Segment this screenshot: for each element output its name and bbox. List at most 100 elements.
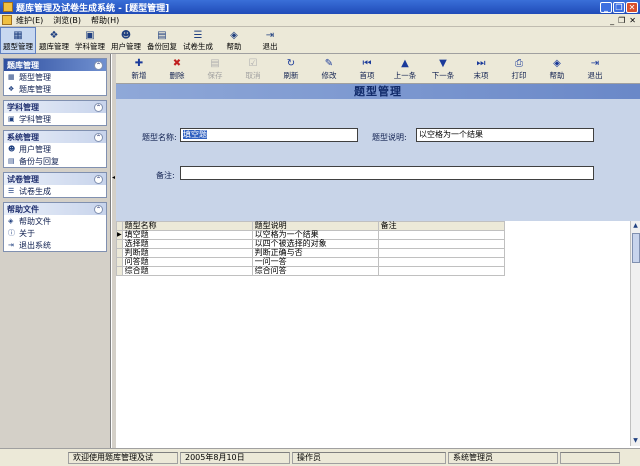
sidebar-item-help-file[interactable]: ◈ 帮助文件 [4, 215, 106, 227]
table-cell[interactable] [377, 266, 505, 276]
status-bar: 欢迎使用题库管理及试 2005年8月10日 操作员 系统管理员 [0, 448, 640, 466]
section-header[interactable]: 题库管理 ⌃ [4, 59, 106, 71]
refresh-button[interactable]: ↻ 刷新 [272, 54, 310, 84]
chevron-up-icon[interactable]: ⌃ [94, 132, 103, 142]
table-cell[interactable] [377, 230, 505, 240]
last-button[interactable]: ⏭ 末项 [462, 54, 500, 84]
next-button[interactable]: ▼ 下一条 [424, 54, 462, 84]
collapse-arrow-icon[interactable]: ◂ [112, 174, 115, 181]
mdi-close-icon[interactable]: ✕ [629, 16, 636, 25]
sidebar-item-question-bank[interactable]: ❖ 题库管理 [4, 83, 106, 95]
desc-field[interactable]: 以空格为一个结果 [416, 128, 594, 142]
mdi-child-icon [2, 15, 12, 25]
exit-button[interactable]: ⇥ 退出 [576, 54, 614, 84]
window-title-bar: 题库管理及试卷生成系统 - [题型管理] _ ❐ ✕ [0, 0, 640, 14]
vertical-scrollbar[interactable]: ▲ ▼ [630, 221, 640, 446]
grid-icon: ▦ [13, 29, 23, 41]
toolbar-exit-button[interactable]: ⇥ 退出 [252, 27, 288, 54]
scroll-up-icon[interactable]: ▲ [631, 221, 640, 231]
sidebar-item-exam[interactable]: ☰ 试卷生成 [4, 185, 106, 197]
sidebar-item-exit[interactable]: ⇥ 退出系统 [4, 239, 106, 251]
table-cell[interactable] [377, 239, 505, 249]
info-icon: ⓘ [8, 229, 15, 237]
table-cell[interactable] [377, 257, 505, 267]
sidebar-item-question-type[interactable]: ▦ 题型管理 [4, 71, 106, 83]
table-cell[interactable] [377, 248, 505, 258]
refresh-icon: ↻ [286, 57, 296, 69]
table-cell[interactable]: 综合题 [121, 266, 253, 276]
status-date: 2005年8月10日 [180, 451, 290, 464]
chevron-up-icon[interactable]: ⌃ [94, 60, 103, 70]
chevron-up-icon[interactable]: ⌃ [94, 174, 103, 184]
exit-icon: ⇥ [265, 29, 275, 41]
toolbar-subject-button[interactable]: ▣ 学科管理 [72, 27, 108, 54]
name-label: 题型名称: [142, 133, 177, 142]
section-header[interactable]: 系统管理 ⌃ [4, 131, 106, 143]
mdi-minimize-icon[interactable]: _ [610, 16, 614, 25]
sidebar-item-backup[interactable]: ▤ 备份与回复 [4, 155, 106, 167]
save-button[interactable]: ▤ 保存 [196, 54, 234, 84]
data-grid: 题型名称 题型说明 备注 ▶ 填空题 以空格为一个结果 选择题 以四个被选择的对… [116, 221, 630, 446]
menu-browse[interactable]: 浏览(B) [53, 15, 81, 26]
user-icon: ☻ [8, 145, 16, 153]
table-row[interactable]: 选择题 以四个被选择的对象 [116, 239, 505, 249]
menu-help[interactable]: 帮助(H) [91, 15, 119, 26]
sidebar-section-subject: 学科管理 ⌃ ▣ 学科管理 [3, 100, 107, 126]
section-header[interactable]: 帮助文件 ⌃ [4, 203, 106, 215]
database-icon: ❖ [8, 85, 15, 93]
menu-bar: 维护(E) 浏览(B) 帮助(H) _ ❐ ✕ [0, 14, 640, 27]
chevron-up-icon[interactable]: ⌃ [94, 102, 103, 112]
toolbar-question-type-button[interactable]: ▦ 题型管理 [0, 27, 36, 54]
toolbar-help-button[interactable]: ◈ 帮助 [216, 27, 252, 54]
column-header[interactable]: 备注 [377, 221, 505, 231]
close-icon[interactable]: ✕ [626, 1, 638, 13]
table-row[interactable]: 判断题 判断正确与否 [116, 248, 505, 258]
first-button[interactable]: ⏮ 首项 [348, 54, 386, 84]
print-button[interactable]: ⎙ 打印 [500, 54, 538, 84]
list-icon: ☰ [8, 187, 15, 195]
prev-button[interactable]: ▲ 上一条 [386, 54, 424, 84]
toolbar-exam-button[interactable]: ☰ 试卷生成 [180, 27, 216, 54]
cancel-button[interactable]: ☑ 取消 [234, 54, 272, 84]
sidebar-item-about[interactable]: ⓘ 关于 [4, 227, 106, 239]
name-field[interactable]: 填空题 [180, 128, 358, 142]
scroll-thumb[interactable] [632, 233, 640, 263]
table-row[interactable]: 问答题 一问一答 [116, 257, 505, 267]
help-icon: ◈ [553, 57, 561, 69]
toolbar-question-bank-button[interactable]: ❖ 题库管理 [36, 27, 72, 54]
form-title: 题型管理 [116, 84, 640, 99]
sidebar-item-subject[interactable]: ▣ 学科管理 [4, 113, 106, 125]
section-header[interactable]: 试卷管理 ⌃ [4, 173, 106, 185]
sidebar-section-exam: 试卷管理 ⌃ ☰ 试卷生成 [3, 172, 107, 198]
sidebar-item-user[interactable]: ☻ 用户管理 [4, 143, 106, 155]
last-icon: ⏭ [476, 57, 486, 69]
toolbar-user-button[interactable]: ☻ 用户管理 [108, 27, 144, 54]
menu-maintain[interactable]: 维护(E) [16, 15, 43, 26]
note-field[interactable] [180, 166, 594, 180]
database-icon: ❖ [49, 29, 59, 41]
sidebar-section-question-bank: 题库管理 ⌃ ▦ 题型管理 ❖ 题库管理 [3, 58, 107, 96]
chevron-up-icon[interactable]: ⌃ [94, 204, 103, 214]
help-book-icon: ◈ [230, 29, 238, 41]
scroll-down-icon[interactable]: ▼ [631, 436, 640, 446]
table-cell[interactable]: 综合问答 [251, 266, 379, 276]
exit-icon: ⇥ [590, 57, 600, 69]
restore-icon[interactable]: ❐ [613, 1, 625, 13]
edit-button[interactable]: ✎ 修改 [310, 54, 348, 84]
mdi-restore-icon[interactable]: ❐ [618, 16, 625, 25]
first-icon: ⏮ [362, 57, 372, 69]
table-row[interactable]: 综合题 综合问答 [116, 266, 505, 276]
main-toolbar: ▦ 题型管理 ❖ 题库管理 ▣ 学科管理 ☻ 用户管理 ▤ 备份回复 ☰ 试卷生成 ◈ 帮助 … [0, 27, 640, 54]
disk-icon: ▤ [157, 29, 167, 41]
help-button[interactable]: ◈ 帮助 [538, 54, 576, 84]
edit-icon: ✎ [324, 57, 334, 69]
toolbar-backup-button[interactable]: ▤ 备份回复 [144, 27, 180, 54]
new-button[interactable]: ✚ 新增 [120, 54, 158, 84]
cancel-icon: ☑ [248, 57, 258, 69]
status-blank [0, 452, 66, 464]
section-header[interactable]: 学科管理 ⌃ [4, 101, 106, 113]
disk-icon: ▤ [8, 157, 15, 165]
new-icon: ✚ [134, 57, 144, 69]
delete-button[interactable]: ✖ 删除 [158, 54, 196, 84]
minimize-icon[interactable]: _ [600, 1, 612, 13]
